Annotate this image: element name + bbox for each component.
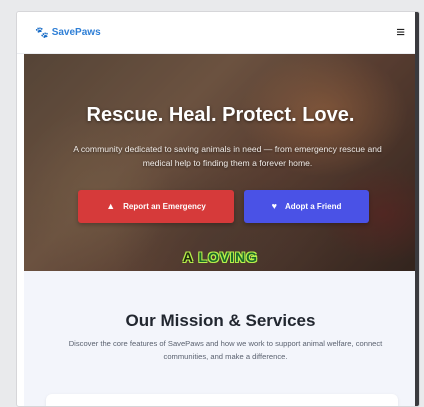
report-emergency-button[interactable]: ▲ Report an Emergency [78, 190, 234, 223]
navbar: 🐾 SavePaws ≡ [17, 12, 417, 54]
hero-title: Rescue. Heal. Protect. Love. [86, 104, 355, 126]
brand-logo[interactable]: 🐾 SavePaws [35, 26, 101, 39]
mission-title: Our Mission & Services [125, 311, 316, 330]
hero-section: Rescue. Heal. Protect. Love. A community… [24, 54, 417, 271]
mission-section: Our Mission & Services Discover the core… [24, 271, 417, 406]
heart-icon: ♥ [271, 201, 277, 211]
adopt-friend-label: Adopt a Friend [284, 202, 342, 211]
browser-viewport: 🐾 SavePaws ≡ Rescue. Heal. Protect. Love… [16, 11, 420, 407]
hero-subtitle: A community dedicated to saving animals … [73, 144, 382, 168]
hamburger-menu-icon[interactable]: ≡ [396, 25, 405, 40]
hero-tagline: A LOVING [24, 249, 417, 265]
hero-tagline-a: A [182, 249, 194, 265]
paw-icon: 🐾 [35, 27, 49, 39]
brand-name: SavePaws [51, 27, 101, 38]
warning-icon: ▲ [106, 201, 116, 211]
service-card [46, 394, 398, 406]
hero-tagline-word: LOVING [198, 249, 259, 265]
report-emergency-label: Report an Emergency [123, 202, 206, 211]
adopt-friend-button[interactable]: ♥ Adopt a Friend [244, 190, 369, 223]
mission-description: Discover the core features of SavePaws a… [68, 339, 383, 361]
